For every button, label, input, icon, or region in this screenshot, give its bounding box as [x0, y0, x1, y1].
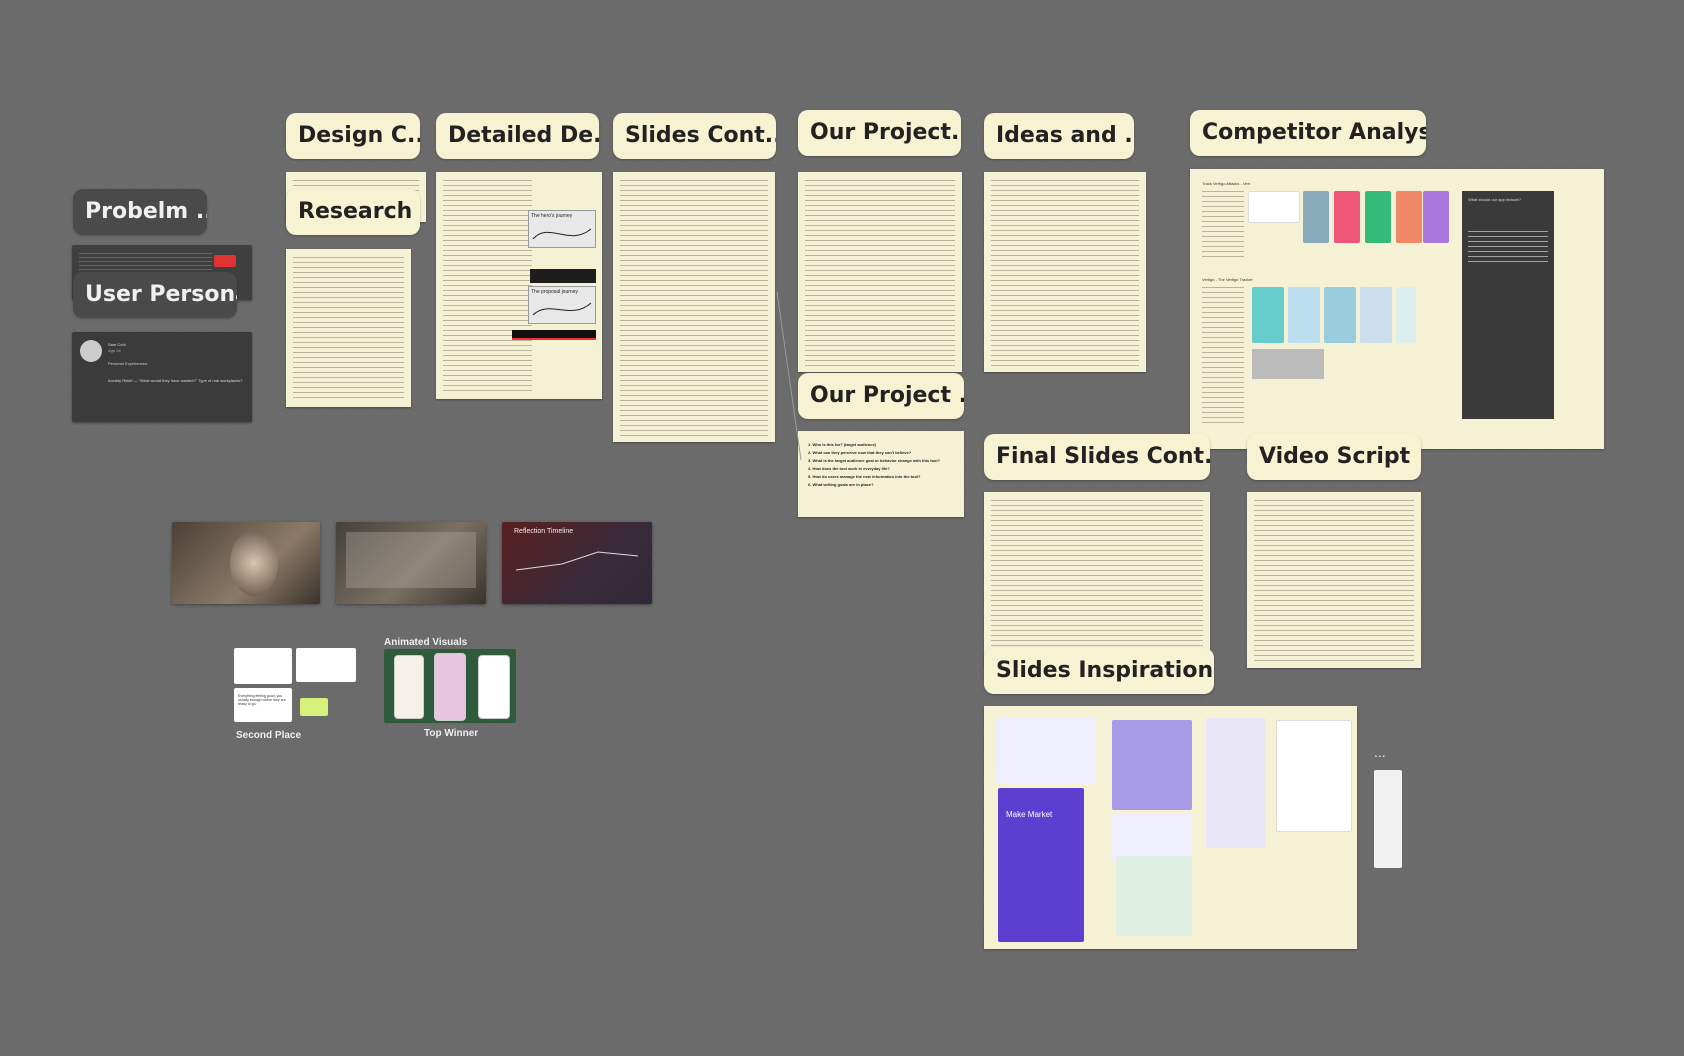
problem-title[interactable]: Probelm ...: [73, 189, 207, 235]
our-project-1-doc[interactable]: [798, 172, 962, 372]
competitor-dark-panel: What should our app include?: [1462, 191, 1554, 419]
vertigo-tracker-label: Vertigo - The Vertigo Tracker: [1202, 277, 1253, 282]
hero-journey-label: The hero's journey: [531, 213, 573, 219]
reflection-timeline-label: Reflection Timeline: [514, 528, 574, 535]
inspiration-thumb-5[interactable]: Make Market: [998, 788, 1084, 942]
ideas-and-doc[interactable]: [984, 172, 1146, 372]
persona-chips: [214, 255, 236, 267]
detailed-de-title[interactable]: Detailed De...: [436, 113, 599, 159]
animated-visuals-label: Animated Visuals: [384, 637, 468, 648]
question-6: 6. What writing goals are in place?: [808, 482, 874, 487]
proposal-journey-label: The proposal journey: [531, 289, 578, 295]
inspiration-thumb-3[interactable]: [1206, 718, 1266, 848]
user-persona-title[interactable]: User Persona: [73, 272, 237, 318]
proposal-journey-curve: [532, 302, 592, 316]
video-script-title[interactable]: Video Script: [1247, 434, 1421, 480]
inspiration-thumb-4[interactable]: [1276, 720, 1352, 832]
reflection-timeline-image[interactable]: Reflection Timeline: [502, 522, 652, 604]
final-slides-cont-title[interactable]: Final Slides Cont...: [984, 434, 1210, 480]
detailed-de-doc[interactable]: The hero's journey The proposal journey: [436, 172, 602, 399]
research-doc[interactable]: [286, 249, 411, 407]
inspiration-thumb-1[interactable]: [996, 718, 1096, 784]
persona-quote: Anxiety Relief — "What would they have w…: [108, 378, 243, 383]
app-screens-row-2: [1252, 287, 1416, 343]
inspiration-thumb-2[interactable]: [1112, 720, 1192, 810]
color-bar: [512, 330, 596, 340]
room-image-1[interactable]: [172, 522, 320, 604]
avatar: [80, 340, 102, 362]
question-3: 3. What is the target audience goal or b…: [808, 458, 941, 463]
top-winner-label: Top Winner: [424, 728, 479, 739]
our-project-2-title[interactable]: Our Project ...: [798, 373, 964, 419]
hero-journey-diagram: The hero's journey: [528, 210, 596, 248]
question-5: 5. How do users manage the new informati…: [808, 474, 921, 479]
hero-journey-curve: [532, 228, 592, 240]
app-screens-row-1: [1248, 191, 1449, 243]
competitor-analysis-title[interactable]: Competitor Analysis: [1190, 110, 1426, 156]
video-script-doc[interactable]: [1247, 492, 1421, 668]
our-project-questions: 1. Who is this for? (target audience) 2.…: [808, 441, 958, 489]
inspiration-thumb-6[interactable]: [1112, 814, 1192, 862]
slides-cont-doc[interactable]: [613, 172, 775, 442]
our-project-1-title[interactable]: Our Project...: [798, 110, 961, 156]
top-winner-board[interactable]: [384, 649, 516, 723]
our-project-2-doc[interactable]: 1. Who is this for? (target audience) 2.…: [798, 431, 964, 517]
persona-name: Sam Cohl: [108, 342, 126, 347]
gray-sticky: [1252, 349, 1324, 379]
room-image-2[interactable]: [336, 522, 486, 604]
final-slides-cont-doc[interactable]: [984, 492, 1210, 668]
competitor-analysis-doc[interactable]: Track Vertigo Attacks - Vert Vertigo - T…: [1190, 169, 1604, 449]
inspiration-thumb-7[interactable]: [1116, 856, 1192, 936]
slides-inspiration-title[interactable]: Slides Inspiration: [984, 648, 1214, 694]
persona-age: Age 26: [108, 348, 121, 353]
overflow-more-icon[interactable]: ...: [1374, 744, 1386, 760]
make-market-label: Make Market: [1006, 810, 1053, 819]
dark-strip: [530, 269, 596, 283]
overflow-thumb[interactable]: [1374, 770, 1402, 868]
second-place-board[interactable]: Everything feeling good, you usually eno…: [234, 648, 358, 726]
slides-cont-title[interactable]: Slides Cont...: [613, 113, 776, 159]
track-vertigo-label: Track Vertigo Attacks - Vert: [1202, 181, 1251, 186]
slides-inspiration-board[interactable]: Make Market: [984, 706, 1357, 949]
persona-label: Personal Experiences:: [108, 361, 149, 366]
second-place-note: Everything feeling good, you usually eno…: [238, 694, 286, 706]
competitor-question: What should our app include?: [1468, 197, 1521, 202]
research-title[interactable]: Research: [286, 189, 420, 235]
question-4: 4. How does the tool work in everyday li…: [808, 466, 890, 471]
connector-line: [776, 291, 802, 461]
design-c-title[interactable]: Design C...: [286, 113, 420, 159]
user-persona-card[interactable]: Sam Cohl Age 26 Personal Experiences: An…: [72, 332, 252, 422]
proposal-journey-diagram: The proposal journey: [528, 286, 596, 324]
ideas-and-title[interactable]: Ideas and ...: [984, 113, 1134, 159]
second-place-label: Second Place: [236, 730, 302, 741]
question-2: 2. What can they perceive now that they …: [808, 450, 912, 455]
question-1: 1. Who is this for? (target audience): [808, 442, 877, 447]
